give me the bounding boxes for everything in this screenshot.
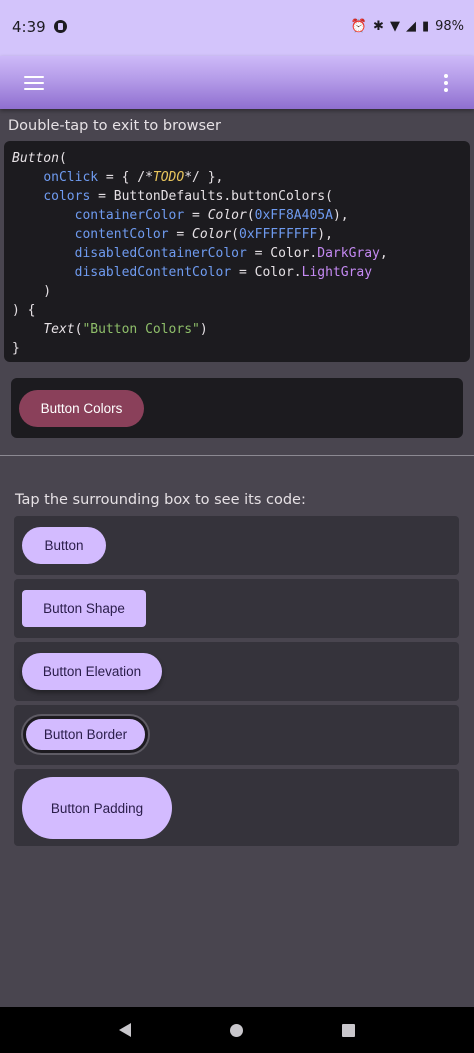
button-border-sample[interactable]: Button Border xyxy=(23,716,148,753)
code-fn: Button xyxy=(12,151,59,166)
status-left: 4:39 xyxy=(12,18,67,36)
sample-box-button-elevation[interactable]: Button Elevation xyxy=(14,642,459,701)
sample-box-button-padding[interactable]: Button Padding xyxy=(14,769,459,846)
battery-icon: ▮ xyxy=(421,19,430,34)
status-right: ⏰ ✱ ▼ ◢ ▮ 98% xyxy=(351,19,464,34)
code-block[interactable]: Button( onClick = { /*TODO*/ }, colors =… xyxy=(4,141,470,362)
preview-box: Button Colors xyxy=(11,378,463,438)
status-bar: 4:39 ⏰ ✱ ▼ ◢ ▮ 98% xyxy=(0,0,474,56)
button-padding-sample[interactable]: Button Padding xyxy=(22,777,172,839)
button-elevation-sample[interactable]: Button Elevation xyxy=(22,653,162,690)
bluetooth-icon: ✱ xyxy=(373,19,384,34)
home-icon[interactable] xyxy=(229,1023,243,1037)
exit-hint: Double-tap to exit to browser xyxy=(8,118,221,134)
divider xyxy=(0,455,474,456)
top-app-bar xyxy=(0,56,474,109)
wifi-icon: ▼ xyxy=(389,19,400,34)
alarm-icon: ⏰ xyxy=(350,19,368,34)
button-sample[interactable]: Button xyxy=(22,527,106,564)
signal-icon: ◢ xyxy=(405,19,416,34)
sample-box-button-border[interactable]: Button Border xyxy=(14,705,459,765)
hamburger-icon[interactable] xyxy=(24,75,44,90)
recents-icon[interactable] xyxy=(341,1023,355,1037)
status-time: 4:39 xyxy=(12,17,46,36)
notification-icon xyxy=(53,20,67,33)
kebab-icon[interactable] xyxy=(440,72,452,94)
system-nav-bar xyxy=(0,1007,474,1053)
samples-hint: Tap the surrounding box to see its code: xyxy=(15,492,306,508)
sample-box-button-shape[interactable]: Button Shape xyxy=(14,579,459,638)
back-icon[interactable] xyxy=(119,1023,132,1037)
battery-level: 98% xyxy=(435,19,464,34)
button-colors-preview[interactable]: Button Colors xyxy=(19,390,144,427)
sample-box-button[interactable]: Button xyxy=(14,516,459,575)
button-shape-sample[interactable]: Button Shape xyxy=(22,590,146,627)
